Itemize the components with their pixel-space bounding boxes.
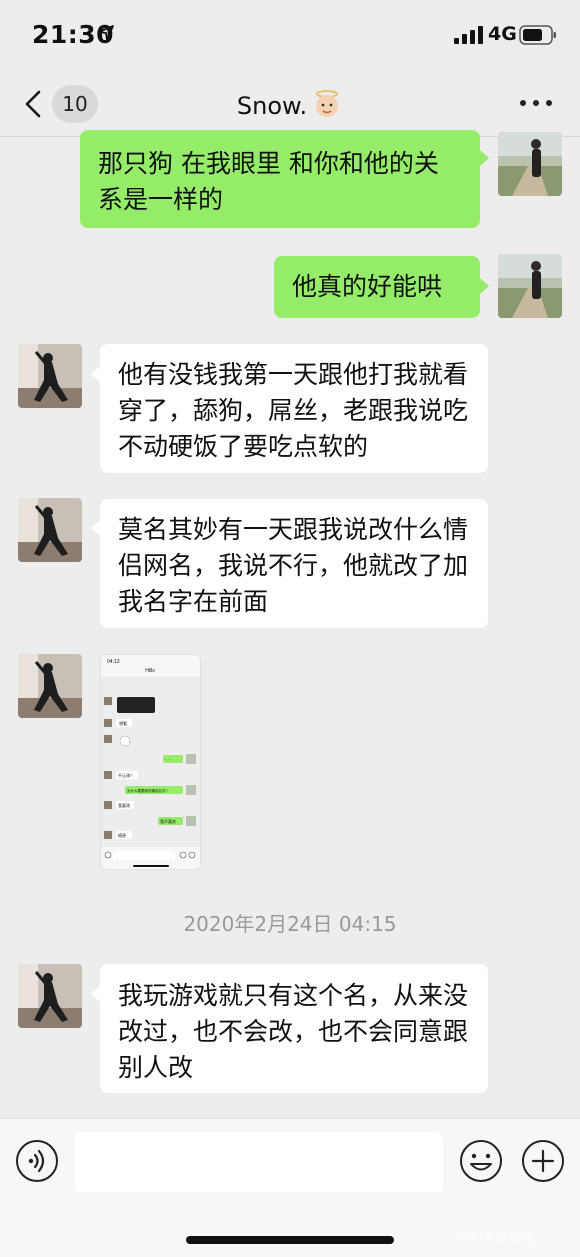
watermark: @和平精英吧 xyxy=(456,1232,535,1247)
message-bubble[interactable]: 他有没钱我第一天跟他打我就看穿了，舔狗，屌丝，老跟我说吃不动硬饭了要吃点软的 xyxy=(100,344,488,473)
svg-text:· · ·: · · · xyxy=(165,757,171,762)
cellular-signal-icon xyxy=(454,26,483,44)
home-indicator[interactable] xyxy=(186,1236,394,1244)
message-input[interactable] xyxy=(75,1132,443,1192)
bubble-tail xyxy=(480,278,489,294)
location-arrow-icon xyxy=(98,25,114,41)
message-text: 莫名其妙有一天跟我说改什么情侣网名，我说不行，他就改了加我名字在前面 xyxy=(118,515,469,616)
bubble-tail xyxy=(91,520,100,536)
message-bubble[interactable]: 我玩游戏就只有这个名，从来没改过，也不会改，也不会同意跟别人改 xyxy=(100,964,488,1093)
contact-name: Snow. xyxy=(236,92,308,120)
contact-avatar[interactable] xyxy=(18,498,82,562)
message-timestamp: 2020年2月24日 04:15 xyxy=(183,912,397,936)
battery-icon xyxy=(519,25,556,45)
contact-avatar[interactable] xyxy=(18,344,82,408)
image-message[interactable]: 04:13 Hills 想看 · · · 不让改? 为什么要跟我的情侣名字? 我… xyxy=(100,654,201,870)
svg-text:不让改?: 不让改? xyxy=(118,772,133,778)
bubble-tail xyxy=(480,150,489,166)
emoji-icon[interactable] xyxy=(459,1139,503,1183)
thumb-title: Hills xyxy=(145,668,155,674)
svg-text:我要改: 我要改 xyxy=(118,802,130,808)
contact-avatar[interactable] xyxy=(18,964,82,1028)
svg-text:我不喜欢: 我不喜欢 xyxy=(160,818,176,824)
avatar-photo-icon xyxy=(18,654,82,718)
status-bar: 21:30 4G xyxy=(0,0,580,70)
more-options-button[interactable] xyxy=(520,100,554,108)
my-avatar[interactable] xyxy=(498,132,562,196)
svg-text:想看: 想看 xyxy=(119,720,127,726)
message-bubble[interactable]: 那只狗 在我眼里 和你和他的关系是一样的 xyxy=(80,130,480,228)
svg-text:为什么要跟我的情侣名字?: 为什么要跟我的情侣名字? xyxy=(127,788,167,793)
avatar-photo-icon xyxy=(18,344,82,408)
network-type: 4G xyxy=(488,23,517,45)
chat-title: Snow. xyxy=(0,88,580,120)
message-text: 他真的好能哄 xyxy=(292,272,443,301)
message-text: 那只狗 在我眼里 和你和他的关系是一样的 xyxy=(98,149,439,214)
my-avatar[interactable] xyxy=(498,254,562,318)
bubble-tail xyxy=(91,366,100,382)
avatar-photo-icon xyxy=(18,964,82,1028)
bubble-tail xyxy=(91,986,100,1002)
avatar-photo-icon xyxy=(18,498,82,562)
baby-angel-emoji-icon xyxy=(316,90,339,117)
plus-icon[interactable] xyxy=(521,1139,565,1183)
voice-input-icon[interactable] xyxy=(15,1139,59,1183)
avatar-photo-icon xyxy=(498,254,562,318)
message-text: 我玩游戏就只有这个名，从来没改过，也不会改，也不会同意跟别人改 xyxy=(118,981,469,1082)
chat-header: 10 Snow. xyxy=(0,70,580,137)
message-text: 他有没钱我第一天跟他打我就看穿了，舔狗，屌丝，老跟我说吃不动硬饭了要吃点软的 xyxy=(118,360,469,461)
message-bubble[interactable]: 莫名其妙有一天跟我说改什么情侣网名，我说不行，他就改了加我名字在前面 xyxy=(100,499,488,628)
avatar-photo-icon xyxy=(498,132,562,196)
chat-screenshot-thumbnail: 04:13 Hills 想看 · · · 不让改? 为什么要跟我的情侣名字? 我… xyxy=(101,655,200,869)
message-bubble[interactable]: 他真的好能哄 xyxy=(274,256,480,318)
contact-avatar[interactable] xyxy=(18,654,82,718)
svg-text:随便: 随便 xyxy=(118,832,126,838)
thumb-time: 04:13 xyxy=(107,659,120,665)
